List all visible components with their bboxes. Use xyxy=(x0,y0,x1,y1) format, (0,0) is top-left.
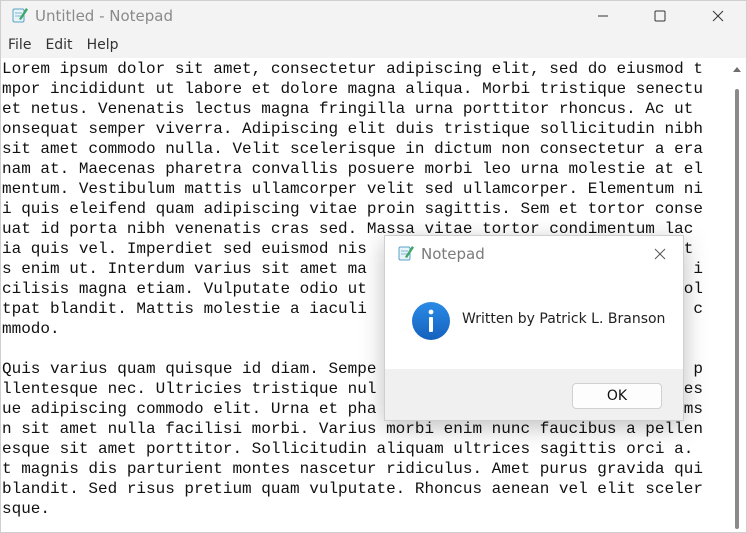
maximize-button[interactable] xyxy=(637,1,683,31)
vertical-scrollbar[interactable] xyxy=(728,59,746,529)
editor-line: i quis eleifend quam adipiscing vitae pr… xyxy=(2,200,703,218)
scroll-up-arrow-icon[interactable] xyxy=(732,65,742,73)
editor-line: blandit. Sed risus pretium quam vulputat… xyxy=(2,480,703,498)
editor-line: mentum. Vestibulum mattis ullamcorper ve… xyxy=(2,180,703,198)
dialog-footer: OK xyxy=(385,369,683,420)
dialog-message: Written by Patrick L. Branson xyxy=(462,311,666,327)
editor-line: sque. xyxy=(2,500,51,518)
dialog-close-button[interactable] xyxy=(645,242,675,266)
menu-help[interactable]: Help xyxy=(80,37,126,53)
menu-bar: File Edit Help xyxy=(1,31,746,58)
close-button[interactable] xyxy=(695,1,741,31)
menu-edit[interactable]: Edit xyxy=(38,37,79,53)
info-icon xyxy=(412,302,450,340)
close-icon xyxy=(654,248,666,260)
dialog-title: Notepad xyxy=(421,245,485,263)
notepad-icon xyxy=(12,8,28,23)
minimize-icon xyxy=(598,15,608,17)
minimize-button[interactable] xyxy=(580,1,626,31)
scrollbar-thumb[interactable] xyxy=(735,89,739,529)
ok-button[interactable]: OK xyxy=(572,383,662,409)
editor-line: nam at. Maecenas pharetra convallis posu… xyxy=(2,160,703,178)
message-dialog: Notepad Written by Patrick L. Branson OK xyxy=(384,235,684,421)
editor-line: n sit amet nulla facilisi morbi. Varius … xyxy=(2,420,703,438)
editor-line: onsequat semper viverra. Adipiscing elit… xyxy=(2,120,703,138)
editor-line: sit amet commodo nulla. Velit scelerisqu… xyxy=(2,140,703,158)
maximize-icon xyxy=(654,10,666,22)
close-icon xyxy=(712,10,724,22)
editor-line: et netus. Venenatis lectus magna fringil… xyxy=(2,100,694,118)
title-bar[interactable]: Untitled - Notepad xyxy=(1,1,746,31)
editor-line: Lorem ipsum dolor sit amet, consectetur … xyxy=(2,60,703,78)
menu-file[interactable]: File xyxy=(1,37,38,53)
editor-line: t magnis dis parturient montes nascetur … xyxy=(2,460,703,478)
dialog-body: Written by Patrick L. Branson xyxy=(385,271,683,369)
dialog-title-bar[interactable]: Notepad xyxy=(385,236,683,271)
notepad-icon xyxy=(398,246,414,261)
editor-line: esque sit amet porttitor. Sollicitudin a… xyxy=(2,440,694,458)
editor-line: mpor incididunt ut labore et dolore magn… xyxy=(2,80,703,98)
window-title: Untitled - Notepad xyxy=(35,7,174,25)
